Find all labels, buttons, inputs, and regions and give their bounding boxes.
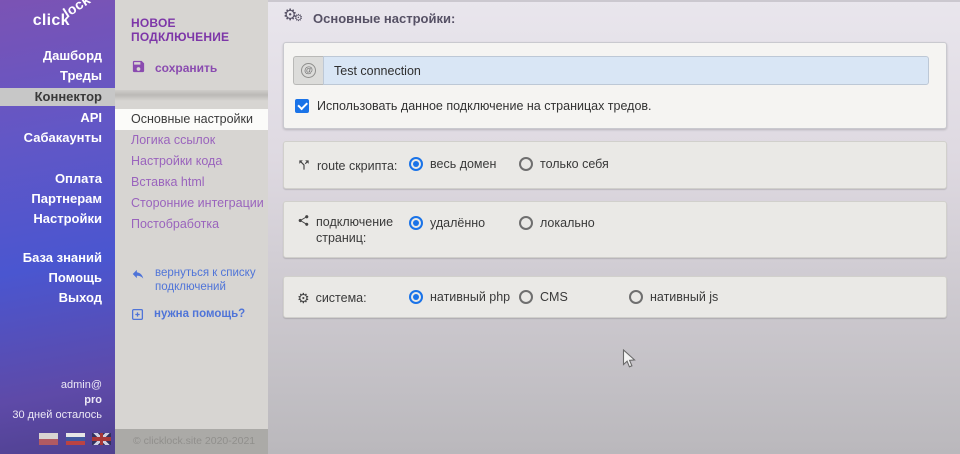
- submenu-item-integrations[interactable]: Сторонние интеграции: [115, 193, 268, 214]
- sidebar: clicklock Дашборд Треды Коннектор API Са…: [0, 0, 115, 454]
- account-email: admin@: [12, 378, 102, 393]
- back-link-label: вернуться к списку подключений: [155, 266, 257, 294]
- back-arrow-icon: [131, 266, 145, 285]
- submenu-item-postprocessing[interactable]: Постобработка: [115, 214, 268, 235]
- submenu-item-html-insert[interactable]: Вставка html: [115, 172, 268, 193]
- submenu-item-link-logic[interactable]: Логика ссылок: [115, 130, 268, 151]
- connection-submenu: НОВОЕ ПОДКЛЮЧЕНИЕ сохранить Основные нас…: [115, 0, 268, 454]
- radio-unselected-icon: [519, 157, 533, 171]
- save-button-label: сохранить: [155, 61, 217, 75]
- submenu-links: вернуться к списку подключений нужна пом…: [115, 266, 268, 325]
- sidebar-item-payment[interactable]: Оплата: [0, 169, 115, 189]
- sidebar-item-subaccounts[interactable]: Сабакаунты: [0, 128, 115, 148]
- submenu-item-code-settings[interactable]: Настройки кода: [115, 151, 268, 172]
- account-plan: pro: [12, 393, 102, 408]
- radio-selected-icon: [409, 216, 423, 230]
- gear-icon: ⚙: [297, 290, 310, 306]
- sidebar-item-dashboard[interactable]: Дашборд: [0, 46, 115, 66]
- system-panel: ⚙ система: нативный php CMS нативный js: [283, 276, 947, 318]
- submenu-divider: [115, 90, 268, 101]
- page-title: Основные настройки:: [313, 11, 455, 26]
- use-on-thread-pages-option[interactable]: Использовать данное подключение на стран…: [295, 99, 652, 113]
- copyright-footer: © clicklock.site 2020-2021: [115, 429, 268, 454]
- call-split-icon: [297, 158, 311, 176]
- save-floppy-icon: [131, 59, 146, 77]
- help-plus-icon: [131, 307, 144, 325]
- radio-native-php[interactable]: нативный php: [409, 290, 510, 304]
- submenu-title: НОВОЕ ПОДКЛЮЧЕНИЕ: [115, 0, 268, 44]
- radio-unselected-icon: [519, 216, 533, 230]
- radio-unselected-icon: [629, 290, 643, 304]
- connection-name-input[interactable]: [323, 56, 929, 85]
- at-addon: @: [293, 56, 323, 85]
- sidebar-item-threads[interactable]: Треды: [0, 66, 115, 86]
- route-script-panel: route скрипта: весь домен только себя: [283, 141, 947, 189]
- back-to-connections-link[interactable]: вернуться к списку подключений: [131, 266, 257, 294]
- sidebar-nav: Дашборд Треды Коннектор API Сабакаунты О…: [0, 46, 115, 308]
- checkbox-label: Использовать данное подключение на стран…: [317, 99, 652, 113]
- language-switcher: [36, 430, 111, 448]
- sidebar-item-api[interactable]: API: [0, 108, 115, 128]
- top-edge-line: [268, 0, 960, 2]
- sidebar-item-help[interactable]: Помощь: [0, 268, 115, 288]
- radio-selected-icon: [409, 290, 423, 304]
- radio-selected-icon: [409, 157, 423, 171]
- submenu-nav: Основные настройки Логика ссылок Настрой…: [115, 109, 268, 235]
- sidebar-item-connector[interactable]: Коннектор: [0, 88, 115, 106]
- sidebar-item-settings[interactable]: Настройки: [0, 209, 115, 229]
- connection-panel: @ Использовать данное подключение на стр…: [283, 42, 947, 129]
- need-help-link[interactable]: нужна помощь?: [131, 307, 257, 325]
- radio-local[interactable]: локально: [519, 216, 595, 230]
- submenu-item-basic-settings[interactable]: Основные настройки: [115, 109, 268, 130]
- settings-gears-icon: ⚙ ⚙: [283, 9, 303, 27]
- radio-unselected-icon: [519, 290, 533, 304]
- page-connection-label: подключение страниц:: [297, 214, 405, 246]
- uk-flag-icon[interactable]: [92, 433, 111, 445]
- account-info: admin@ pro 30 дней осталось: [12, 378, 102, 423]
- route-script-label: route скрипта:: [297, 158, 405, 176]
- checkbox-checked-icon[interactable]: [295, 99, 309, 113]
- russia-flag-icon[interactable]: [66, 433, 85, 445]
- page-connection-panel: подключение страниц: удалённо локально: [283, 201, 947, 258]
- radio-native-js[interactable]: нативный js: [629, 290, 718, 304]
- connection-name-group: @: [293, 56, 929, 85]
- main-content: ⚙ ⚙ Основные настройки: @ Использовать д…: [268, 0, 960, 454]
- save-button[interactable]: сохранить: [131, 59, 268, 77]
- help-link-label: нужна помощь?: [154, 307, 245, 321]
- system-label: ⚙ система:: [297, 290, 405, 306]
- app-window: clicklock Дашборд Треды Коннектор API Са…: [0, 0, 960, 454]
- sidebar-item-partners[interactable]: Партнерам: [0, 189, 115, 209]
- radio-cms[interactable]: CMS: [519, 290, 568, 304]
- share-icon: [297, 214, 310, 231]
- app-logo: clicklock: [33, 12, 99, 30]
- page-title-row: ⚙ ⚙ Основные настройки:: [283, 9, 455, 27]
- radio-whole-domain[interactable]: весь домен: [409, 157, 496, 171]
- at-icon: @: [301, 63, 316, 78]
- poland-flag-icon[interactable]: [39, 433, 58, 445]
- account-days-left: 30 дней осталось: [12, 408, 102, 423]
- sidebar-item-logout[interactable]: Выход: [0, 288, 115, 308]
- radio-only-self[interactable]: только себя: [519, 157, 609, 171]
- mouse-cursor-icon: [622, 349, 637, 375]
- radio-remote[interactable]: удалённо: [409, 216, 485, 230]
- sidebar-item-knowledge-base[interactable]: База знаний: [0, 248, 115, 268]
